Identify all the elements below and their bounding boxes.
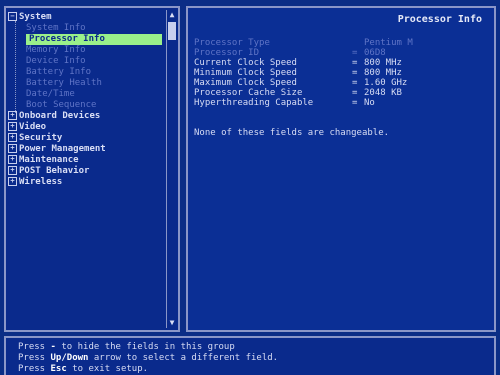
help-prefix: Press — [18, 353, 46, 363]
tree-item-battery-health[interactable]: Battery Health — [8, 78, 164, 89]
tree-item-device-info[interactable]: Device Info — [8, 56, 164, 67]
tree-item-label: Maintenance — [19, 155, 79, 165]
expand-icon[interactable]: + — [8, 155, 17, 164]
field-processor-id: Processor ID = 06D8 — [194, 48, 484, 58]
tree-item-label: System Info — [26, 23, 86, 33]
readonly-note: None of these fields are changeable. — [194, 128, 390, 138]
tree-item-label: Battery Info — [26, 67, 92, 77]
tree-item-power-management[interactable]: + Power Management — [8, 144, 164, 155]
tree-item-boot-sequence[interactable]: Boot Sequence — [8, 100, 164, 111]
tree-item-label: Video — [19, 122, 47, 132]
expand-icon[interactable]: + — [8, 111, 17, 120]
help-text: arrow to select a different field. — [93, 353, 279, 363]
tree-item-label: System — [19, 12, 52, 22]
tree-scrollbar[interactable]: ▲ ▼ — [166, 10, 177, 328]
field-label: Maximum Clock Speed — [194, 78, 297, 88]
scroll-up-arrow-icon[interactable]: ▲ — [167, 10, 177, 20]
field-separator: = — [352, 58, 358, 68]
expand-icon[interactable]: + — [8, 122, 17, 131]
help-prefix: Press — [18, 342, 46, 352]
field-processor-cache-size: Processor Cache Size = 2048 KB — [194, 88, 484, 98]
processor-info-panel: Processor Info Processor Type Pentium M … — [186, 6, 496, 332]
help-key: - — [50, 342, 56, 352]
tree-item-label: Memory Info — [26, 45, 86, 55]
help-text: to exit setup. — [72, 364, 149, 374]
tree-item-label: Boot Sequence — [26, 100, 97, 110]
scroll-down-arrow-icon[interactable]: ▼ — [167, 318, 177, 328]
expand-icon[interactable]: + — [8, 133, 17, 142]
help-line-hide: Press - to hide the fields in this group — [18, 342, 494, 353]
field-label: Minimum Clock Speed — [194, 68, 297, 78]
tree-list: − System System Info Processor Info Memor… — [8, 12, 164, 188]
processor-fields: Processor Type Pentium M Processor ID = … — [194, 38, 484, 108]
panel-title: Processor Info — [397, 14, 482, 25]
field-separator: = — [352, 98, 358, 108]
field-processor-type: Processor Type Pentium M — [194, 38, 484, 48]
field-label: Hyperthreading Capable — [194, 98, 314, 108]
expand-icon[interactable]: + — [8, 177, 17, 186]
tree-item-label: Battery Health — [26, 78, 102, 88]
help-line-navigate: Press Up/Down arrow to select a differen… — [18, 353, 494, 364]
tree-item-memory-info[interactable]: Memory Info — [8, 45, 164, 56]
field-separator: = — [352, 48, 358, 58]
field-value: 2048 KB — [364, 88, 402, 98]
field-value: 800 MHz — [364, 58, 402, 68]
tree-item-maintenance[interactable]: + Maintenance — [8, 155, 164, 166]
tree-item-label: Onboard Devices — [19, 111, 101, 121]
tree-item-label: Processor Info — [26, 34, 162, 45]
field-maximum-clock-speed: Maximum Clock Speed = 1.60 GHz — [194, 78, 484, 88]
field-separator: = — [352, 88, 358, 98]
tree-item-post-behavior[interactable]: + POST Behavior — [8, 166, 164, 177]
field-label: Processor ID — [194, 48, 260, 58]
field-value: 800 MHz — [364, 68, 402, 78]
field-value: No — [364, 98, 375, 108]
tree-item-label: Power Management — [19, 144, 106, 154]
help-text: to hide the fields in this group — [61, 342, 235, 352]
tree-item-onboard-devices[interactable]: + Onboard Devices — [8, 111, 164, 122]
tree-item-system[interactable]: − System — [8, 12, 164, 23]
field-minimum-clock-speed: Minimum Clock Speed = 800 MHz — [194, 68, 484, 78]
tree-item-battery-info[interactable]: Battery Info — [8, 67, 164, 78]
field-separator: = — [352, 78, 358, 88]
help-key: Up/Down — [50, 353, 89, 363]
field-current-clock-speed: Current Clock Speed = 800 MHz — [194, 58, 484, 68]
help-bar: Press - to hide the fields in this group… — [4, 336, 496, 375]
field-value: 06D8 — [364, 48, 386, 58]
field-label: Processor Cache Size — [194, 88, 303, 98]
help-line-exit: Press Esc to exit setup. — [18, 364, 494, 375]
tree-item-date-time[interactable]: Date/Time — [8, 89, 164, 100]
expand-icon[interactable]: + — [8, 166, 17, 175]
tree-item-label: POST Behavior — [19, 166, 90, 176]
field-separator: = — [352, 68, 358, 78]
field-hyperthreading-capable: Hyperthreading Capable = No — [194, 98, 484, 108]
tree-item-security[interactable]: + Security — [8, 133, 164, 144]
field-value: Pentium M — [364, 38, 413, 48]
setup-menu-tree: − System System Info Processor Info Memor… — [4, 6, 180, 332]
field-label: Current Clock Speed — [194, 58, 297, 68]
scroll-thumb[interactable] — [168, 22, 176, 40]
tree-item-label: Security — [19, 133, 63, 143]
expand-icon[interactable]: + — [8, 144, 17, 153]
tree-item-system-info[interactable]: System Info — [8, 23, 164, 34]
help-prefix: Press — [18, 364, 46, 374]
tree-item-label: Date/Time — [26, 89, 75, 99]
tree-item-wireless[interactable]: + Wireless — [8, 177, 164, 188]
bios-screen: − System System Info Processor Info Memor… — [0, 0, 500, 375]
tree-item-label: Wireless — [19, 177, 63, 187]
tree-item-processor-info[interactable]: Processor Info — [8, 34, 164, 45]
help-key: Esc — [50, 364, 67, 374]
field-label: Processor Type — [194, 38, 270, 48]
collapse-icon[interactable]: − — [8, 12, 17, 21]
field-value: 1.60 GHz — [364, 78, 408, 88]
tree-item-video[interactable]: + Video — [8, 122, 164, 133]
tree-item-label: Device Info — [26, 56, 86, 66]
